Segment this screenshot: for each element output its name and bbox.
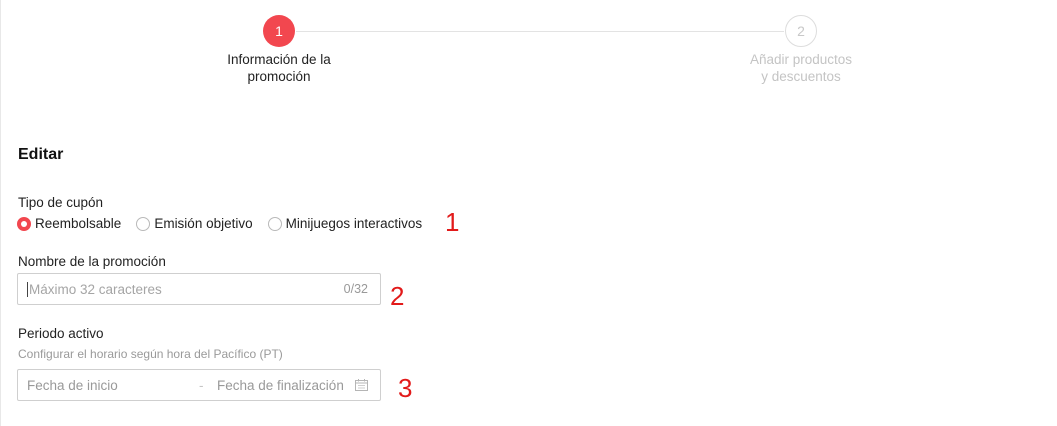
radio-option-label: Reembolsable [35, 216, 122, 231]
page-left-border [0, 0, 1, 426]
step-1-indicator: 1 [263, 15, 295, 47]
promotion-name-field[interactable]: 0/32 [17, 273, 381, 305]
annotation-marker-2: 2 [390, 281, 405, 311]
section-title: Editar [18, 146, 64, 163]
end-date-input[interactable]: Fecha de finalización [217, 378, 355, 393]
timezone-hint: Configurar el horario según hora del Pac… [18, 347, 283, 361]
date-range-picker[interactable]: Fecha de inicio - Fecha de finalización [17, 369, 381, 401]
character-counter: 0/32 [343, 282, 368, 296]
step-2-label: Añadir productos y descuentos [749, 52, 853, 84]
radio-option-emision-objetivo[interactable]: Emisión objetivo [136, 216, 253, 231]
stepper-connector [296, 31, 784, 32]
radio-button[interactable] [136, 216, 151, 231]
step-1-label: Información de la promoción [227, 52, 331, 84]
text-caret [27, 281, 28, 297]
promotion-name-input[interactable] [29, 281, 338, 297]
radio-option-label: Minijuegos interactivos [285, 216, 423, 231]
step-2-indicator: 2 [785, 15, 817, 47]
radio-option-minijuegos[interactable]: Minijuegos interactivos [267, 216, 423, 231]
start-date-input[interactable]: Fecha de inicio [27, 378, 199, 393]
radio-option-label: Emisión objetivo [154, 216, 253, 231]
annotation-marker-3: 3 [398, 373, 413, 403]
radio-button[interactable] [267, 216, 282, 231]
date-range-separator: - [199, 377, 204, 393]
promotion-name-label: Nombre de la promoción [18, 254, 166, 269]
calendar-icon[interactable] [355, 379, 368, 391]
coupon-type-label: Tipo de cupón [18, 195, 104, 210]
annotation-marker-1: 1 [445, 207, 460, 237]
radio-button-checked[interactable] [17, 216, 31, 231]
radio-option-reembolsable[interactable]: Reembolsable [17, 216, 121, 231]
coupon-type-radio-group: Reembolsable Emisión objetivo Minijuegos… [17, 216, 437, 231]
active-period-label: Periodo activo [18, 326, 104, 341]
